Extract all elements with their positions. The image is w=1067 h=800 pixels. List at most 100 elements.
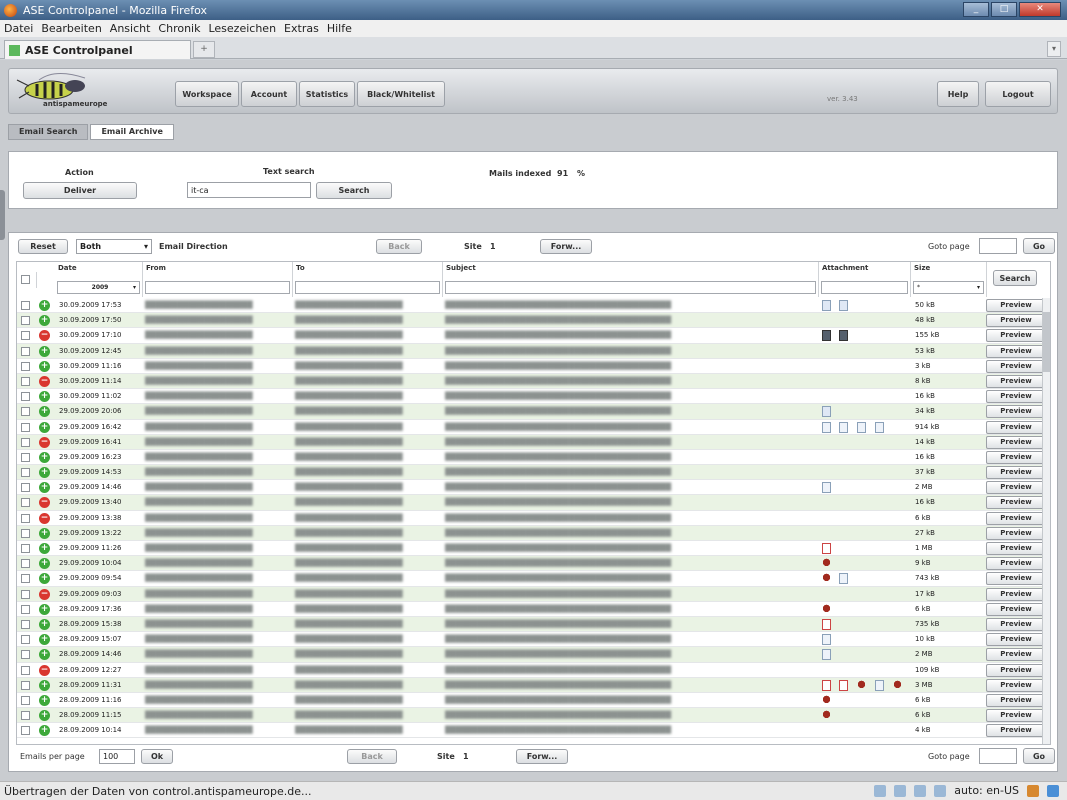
menu-hilfe[interactable]: Hilfe [327,22,352,35]
col-to[interactable]: To [293,262,443,279]
tab-email-archive[interactable]: Email Archive [90,124,174,140]
row-checkbox[interactable] [21,726,30,736]
table-row[interactable]: −30.09.2009 11:14 ████████████████████ ███… [17,373,1050,390]
menu-chronik[interactable]: Chronik [158,22,200,35]
preview-button[interactable]: Preview [986,359,1046,373]
preview-button[interactable]: Preview [986,678,1046,692]
row-checkbox[interactable] [21,650,30,660]
subject-filter[interactable] [443,279,819,297]
table-row[interactable]: +30.09.2009 12:45 ████████████████████ ███… [17,343,1050,359]
locale-label[interactable]: auto: en-US [954,784,1019,797]
table-row[interactable]: +29.09.2009 09:54 ████████████████████ ███… [17,571,1050,587]
attachment-file-icon[interactable] [822,482,831,494]
menu-extras[interactable]: Extras [284,22,319,35]
attachment-img-icon[interactable] [839,330,848,342]
preview-button[interactable]: Preview [986,405,1046,419]
preview-button[interactable]: Preview [986,557,1046,571]
preview-button[interactable]: Preview [986,663,1046,677]
row-checkbox[interactable] [21,331,30,341]
table-row[interactable]: +29.09.2009 13:22 ████████████████████ ███… [17,525,1050,541]
search-button[interactable]: Search [316,182,392,199]
attachment-cert-icon[interactable] [822,694,831,706]
maximize-button[interactable]: □ [991,2,1017,17]
emails-per-page-input[interactable]: 100 [99,749,135,764]
row-checkbox[interactable] [21,468,30,478]
back-button[interactable]: Back [376,239,422,254]
tab-list-icon[interactable]: ▾ [1047,41,1061,57]
attachment-cert-icon[interactable] [857,679,866,691]
attachment-cert-icon[interactable] [822,573,831,585]
row-checkbox[interactable] [21,316,30,326]
close-button[interactable]: ✕ [1019,2,1061,17]
table-row[interactable]: +30.09.2009 17:53 ████████████████████ ███… [17,298,1050,314]
globe-icon[interactable] [1047,784,1059,797]
deliver-button[interactable]: Deliver [23,182,137,199]
row-checkbox[interactable] [21,361,30,371]
row-checkbox[interactable] [21,422,30,432]
footer-goto-page-input[interactable] [979,748,1017,764]
preview-button[interactable]: Preview [986,481,1046,495]
preview-button[interactable]: Preview [986,450,1046,464]
table-row[interactable]: −29.09.2009 09:03 ████████████████████ ███… [17,586,1050,602]
black-whitelist-button[interactable]: Black/Whitelist [357,81,445,107]
to-filter[interactable] [293,279,443,297]
row-checkbox[interactable] [21,695,30,705]
account-button[interactable]: Account [241,81,297,107]
go-button[interactable]: Go [1023,238,1055,254]
attachment-file-icon[interactable] [839,573,848,585]
row-checkbox[interactable] [21,559,30,569]
row-checkbox[interactable] [21,483,30,493]
grid-search-button[interactable]: Search [993,270,1037,286]
menu-bearbeiten[interactable]: Bearbeiten [41,22,101,35]
preview-button[interactable]: Preview [986,314,1046,328]
table-row[interactable]: +29.09.2009 20:06 ████████████████████ ███… [17,404,1050,420]
preview-button[interactable]: Preview [986,466,1046,480]
attachment-cert-icon[interactable] [822,558,831,570]
preview-button[interactable]: Preview [986,374,1046,388]
attachment-doc-icon[interactable] [822,300,831,311]
preview-button[interactable]: Preview [986,542,1046,555]
row-checkbox[interactable] [21,452,30,462]
goto-page-input[interactable] [979,238,1017,254]
row-checkbox[interactable] [21,498,30,508]
col-subject[interactable]: Subject [443,262,819,279]
table-row[interactable]: +28.09.2009 11:31 ████████████████████ ███… [17,677,1050,693]
table-row[interactable]: +28.09.2009 17:36 ████████████████████ ███… [17,602,1050,617]
row-checkbox[interactable] [21,619,30,629]
logout-button[interactable]: Logout [985,81,1051,107]
table-row[interactable]: −29.09.2009 13:38 ████████████████████ ███… [17,511,1050,526]
table-row[interactable]: +28.09.2009 15:07 ████████████████████ ███… [17,632,1050,648]
table-row[interactable]: +28.09.2009 10:14 ████████████████████ ███… [17,723,1050,739]
attachment-pdf-icon[interactable] [822,679,831,691]
attachment-file-icon[interactable] [839,421,848,433]
preview-button[interactable]: Preview [986,572,1046,586]
preview-button[interactable]: Preview [986,511,1046,525]
table-row[interactable]: +30.09.2009 11:02 ████████████████████ ███… [17,389,1050,405]
col-date[interactable]: Date [55,262,143,279]
table-row[interactable]: +28.09.2009 15:38 ████████████████████ ███… [17,616,1050,633]
attachment-cert-icon[interactable] [822,710,831,722]
table-row[interactable]: +29.09.2009 14:53 ████████████████████ ███… [17,465,1050,481]
table-row[interactable]: +29.09.2009 14:46 ████████████████████ ███… [17,480,1050,496]
col-from[interactable]: From [143,262,293,279]
row-checkbox[interactable] [21,301,30,310]
attachment-pdf-icon[interactable] [839,679,848,691]
row-checkbox[interactable] [21,544,30,553]
row-checkbox[interactable] [21,680,30,690]
attachment-file-icon[interactable] [822,421,831,433]
attachment-cert-icon[interactable] [893,679,902,691]
preview-button[interactable]: Preview [986,617,1046,631]
reset-button[interactable]: Reset [18,239,68,254]
date-filter[interactable]: 2009 ▾ [55,279,143,297]
attachment-doc-icon[interactable] [839,300,848,311]
preview-button[interactable]: Preview [986,329,1046,343]
table-row[interactable]: −29.09.2009 13:40 ████████████████████ ███… [17,495,1050,511]
preview-button[interactable]: Preview [986,724,1046,738]
ok-button[interactable]: Ok [141,749,173,764]
row-checkbox[interactable] [21,407,30,417]
col-size[interactable]: Size [911,262,987,279]
row-checkbox[interactable] [21,635,30,645]
attachment-pdf-icon[interactable] [822,543,831,554]
row-checkbox[interactable] [21,604,30,614]
row-checkbox[interactable] [21,711,30,721]
